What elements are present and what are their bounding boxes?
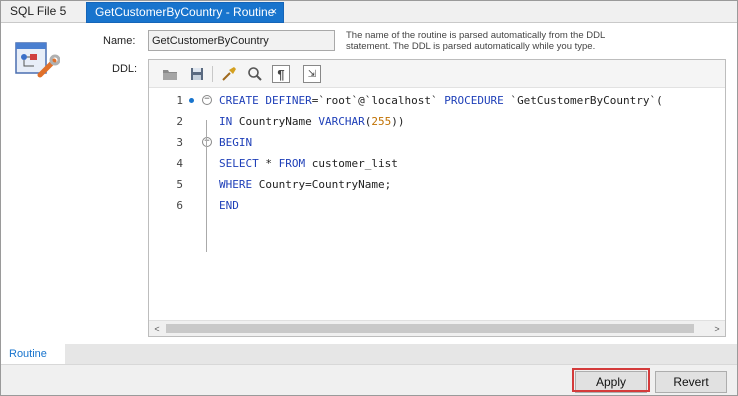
open-folder-icon[interactable]: [161, 65, 179, 83]
code-token: *: [258, 157, 279, 170]
name-hint: The name of the routine is parsed automa…: [346, 30, 605, 52]
word-wrap-icon[interactable]: ⇲: [303, 65, 321, 83]
tab-label: SQL File 5: [10, 4, 67, 18]
code-token: `: [503, 94, 518, 107]
code-text: IN CountryName VARCHAR(255)): [219, 111, 404, 132]
code-line[interactable]: 2 IN CountryName VARCHAR(255)): [149, 111, 725, 132]
tab-routine-bottom[interactable]: Routine: [1, 344, 65, 364]
code-token: VARCHAR: [318, 115, 365, 128]
code-token: )): [391, 115, 405, 128]
bottom-tab-strip: Routine: [1, 344, 737, 364]
line-number: 1: [176, 94, 183, 107]
routine-icon: [14, 39, 61, 81]
tab-bar: SQL File 5 GetCustomerByCountry - Routin…: [1, 1, 737, 23]
fold-toggle-icon[interactable]: −: [202, 95, 212, 105]
line-number: 2: [176, 115, 183, 128]
code-token: `: [430, 94, 445, 107]
code-text: SELECT * FROM customer_list: [219, 153, 398, 174]
code-token: root: [324, 94, 352, 107]
code-line[interactable]: 6 END: [149, 195, 725, 216]
code-token: GetCustomerByCountry: [517, 94, 650, 107]
code-text: WHERE Country=CountryName;: [219, 174, 391, 195]
tab-sql-file[interactable]: SQL File 5: [2, 2, 84, 23]
line-number: 6: [176, 199, 183, 212]
scrollbar-thumb[interactable]: [166, 324, 694, 333]
fold-toggle-icon[interactable]: −: [202, 137, 212, 147]
code-token: CREATE DEFINER: [219, 94, 312, 107]
code-token: `(: [649, 94, 663, 107]
save-icon[interactable]: [188, 65, 206, 83]
scroll-left-icon[interactable]: <: [149, 321, 165, 337]
code-token: WHERE: [219, 178, 253, 191]
line-number: 5: [176, 178, 183, 191]
tab-label: GetCustomerByCountry - Routine: [95, 5, 275, 19]
code-token: PROCEDURE: [444, 94, 504, 107]
code-line[interactable]: 5 WHERE Country=CountryName;: [149, 174, 725, 195]
code-token: IN: [219, 115, 233, 128]
code-token: 255: [371, 115, 392, 128]
scroll-right-icon[interactable]: >: [709, 321, 725, 337]
close-icon[interactable]: ×: [271, 3, 277, 22]
fold-guide: [206, 166, 207, 252]
code-token: `@`: [351, 94, 372, 107]
code-token: BEGIN: [219, 136, 253, 149]
ddl-editor[interactable]: ¶ ⇲ 1− CREATE DEFINER=`root`@`localhost` …: [148, 59, 726, 337]
tab-routine[interactable]: GetCustomerByCountry - Routine ×: [86, 2, 284, 23]
code-token: localhost: [371, 94, 431, 107]
horizontal-scrollbar[interactable]: < >: [149, 320, 725, 336]
revert-button[interactable]: Revert: [655, 371, 727, 393]
find-icon[interactable]: [246, 65, 264, 83]
code-token: CountryName: [232, 115, 319, 128]
name-field[interactable]: [148, 30, 335, 51]
code-text: CREATE DEFINER=`root`@`localhost` PROCED…: [219, 90, 663, 111]
editor-toolbar: ¶ ⇲: [149, 60, 725, 88]
code-text: BEGIN: [219, 132, 252, 153]
ddl-label: DDL:: [112, 63, 138, 75]
code-token: FROM: [278, 157, 306, 170]
code-line[interactable]: 4 SELECT * FROM customer_list: [149, 153, 725, 174]
name-label: Name:: [103, 35, 136, 47]
apply-highlight: [572, 368, 650, 392]
line-number: 4: [176, 157, 183, 170]
code-token: =`: [311, 94, 325, 107]
invisible-chars-icon[interactable]: ¶: [272, 65, 290, 83]
line-number: 3: [176, 136, 183, 149]
code-token: customer_list: [305, 157, 398, 170]
code-line[interactable]: 1− CREATE DEFINER=`root`@`localhost` PROC…: [149, 90, 725, 111]
routine-editor-window: SQL File 5 GetCustomerByCountry - Routin…: [0, 0, 738, 396]
code-text: END: [219, 195, 239, 216]
breakpoint-marker-icon[interactable]: [189, 98, 194, 103]
code-token: SELECT: [219, 157, 259, 170]
beautify-icon[interactable]: [220, 65, 238, 83]
code-line[interactable]: 3 −BEGIN: [149, 132, 725, 153]
code-token: END: [219, 199, 239, 212]
code-token: Country=CountryName;: [252, 178, 392, 191]
